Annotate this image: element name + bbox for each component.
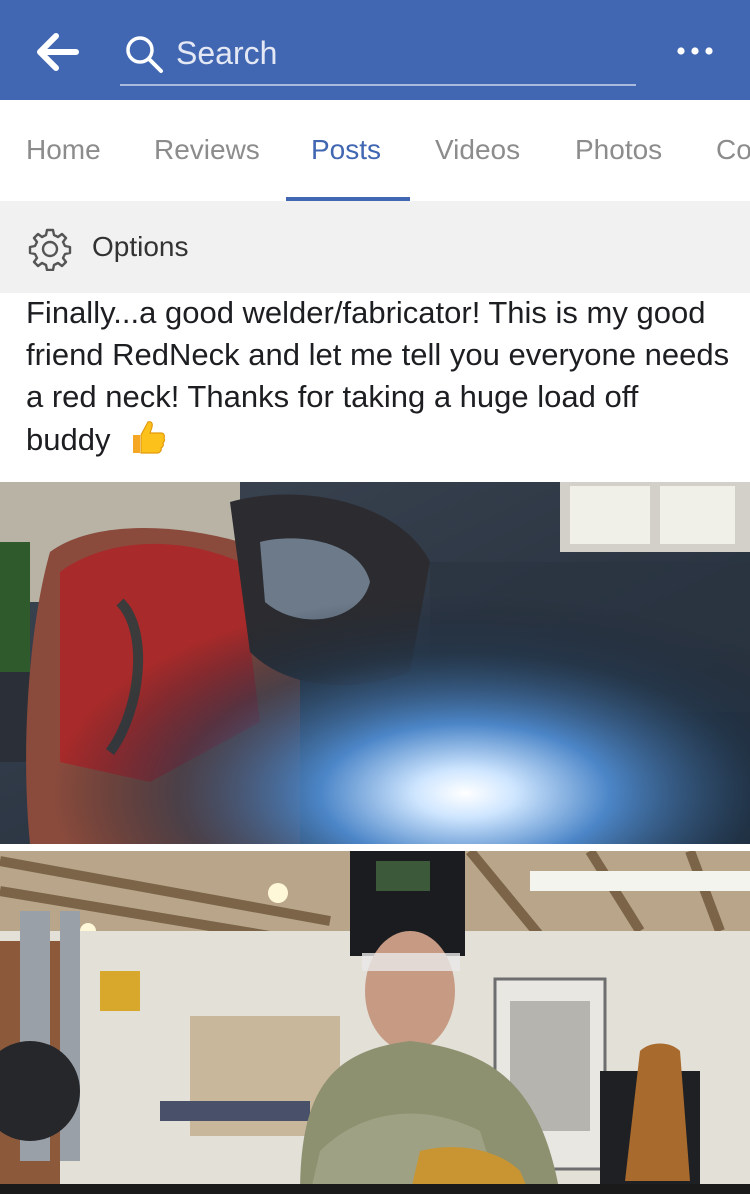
page-tabs: Home Reviews Posts Videos Photos Co [0, 100, 750, 201]
arrow-left-icon [37, 33, 79, 71]
search-icon [126, 36, 163, 73]
tab-home[interactable]: Home [26, 134, 101, 166]
gear-icon [28, 228, 72, 271]
options-button[interactable]: Options [0, 201, 750, 293]
options-label: Options [92, 231, 189, 262]
welding-photo-image [0, 482, 750, 844]
tab-photos[interactable]: Photos [575, 134, 662, 166]
search-bar[interactable] [120, 28, 636, 86]
top-app-bar [0, 0, 750, 100]
tab-posts[interactable]: Posts [311, 134, 381, 166]
bottom-edge [0, 1184, 750, 1194]
thumbs-up-icon [133, 421, 166, 454]
post-photo-garage-portrait[interactable] [0, 851, 750, 1194]
tab-community[interactable]: Co [716, 134, 750, 166]
tab-reviews[interactable]: Reviews [154, 134, 260, 166]
tab-videos[interactable]: Videos [435, 134, 520, 166]
garage-photo-image [0, 851, 750, 1194]
post-photo-welding[interactable] [0, 482, 750, 844]
search-input[interactable] [174, 30, 618, 76]
back-button[interactable] [34, 30, 82, 74]
more-horizontal-icon [677, 47, 713, 55]
more-options-button[interactable] [672, 36, 718, 66]
post-text: Finally...a good welder/fabricator! This… [26, 292, 731, 461]
